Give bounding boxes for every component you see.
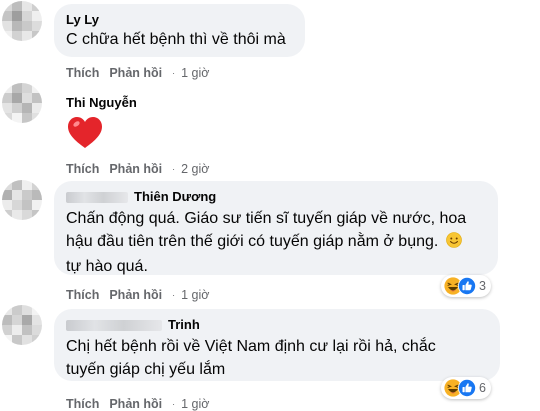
avatar[interactable] (2, 1, 42, 41)
comment-actions: Thích Phản hồi · 2 giờ (66, 162, 209, 176)
reply-button[interactable]: Phản hồi (109, 66, 162, 80)
timestamp[interactable]: 1 giờ (181, 288, 209, 302)
commenter-name[interactable]: Ly Ly (66, 12, 305, 27)
comment-bubble: Trinh Chị hết bệnh rồi về Việt Nam định … (54, 309, 500, 381)
separator: · (172, 290, 176, 300)
separator: · (172, 399, 176, 409)
comment-text: C chữa hết bệnh thì về thôi mà (66, 31, 286, 48)
comment-text-fragment: hậu đầu tiên trên thế giới có tuyến giáp… (66, 233, 439, 250)
reaction-count: 3 (479, 279, 486, 293)
commenter-name-row: Trinh (66, 317, 500, 332)
like-button[interactable]: Thích (66, 162, 99, 176)
avatar[interactable] (2, 83, 42, 123)
avatar[interactable] (2, 305, 42, 345)
reply-button[interactable]: Phản hồi (109, 162, 162, 176)
like-reaction-icon (457, 276, 477, 296)
like-button[interactable]: Thích (66, 66, 99, 80)
blurred-name (66, 192, 128, 204)
commenter-name[interactable]: Thi Nguyễn (66, 95, 137, 110)
comment-text-line: tuyến giáp chị yếu lắm (66, 361, 226, 378)
like-reaction-icon (457, 378, 477, 398)
commenter-name-row: Thiên Dương (66, 189, 498, 204)
separator: · (172, 164, 176, 174)
comment-text-line: hậu đầu tiên trên thế giới có tuyến giáp… (66, 230, 498, 255)
comment-actions: Thích Phản hồi · 1 giờ (66, 66, 209, 80)
blurred-name (66, 320, 162, 332)
reaction-count: 6 (479, 381, 486, 395)
heart-emoji-icon (66, 115, 104, 151)
commenter-name[interactable]: Thiên Dương (134, 189, 216, 204)
comment-text-line: Chấn động quá. Giáo sư tiến sĩ tuyến giá… (66, 210, 467, 227)
reaction-summary[interactable]: 3 (441, 275, 491, 297)
smile-emoji-icon (445, 232, 462, 255)
comment-bubble: Thiên Dương Chấn động quá. Giáo sư tiến … (54, 181, 498, 275)
comment-bubble: Ly Ly C chữa hết bệnh thì về thôi mà (54, 4, 305, 57)
like-button[interactable]: Thích (66, 397, 99, 411)
timestamp[interactable]: 1 giờ (181, 66, 209, 80)
separator: · (172, 68, 176, 78)
reply-button[interactable]: Phản hồi (109, 288, 162, 302)
like-button[interactable]: Thích (66, 288, 99, 302)
comment-actions: Thích Phản hồi · 1 giờ (66, 397, 209, 411)
commenter-name[interactable]: Trinh (168, 317, 200, 332)
reply-button[interactable]: Phản hồi (109, 397, 162, 411)
avatar[interactable] (2, 180, 42, 220)
reaction-summary[interactable]: 6 (441, 377, 491, 399)
comment-actions: Thích Phản hồi · 1 giờ (66, 288, 209, 302)
comment-text-line: tự hào quá. (66, 258, 148, 275)
comment-text-line: Chị hết bệnh rồi về Việt Nam định cư lại… (66, 338, 436, 355)
timestamp[interactable]: 2 giờ (181, 162, 209, 176)
timestamp[interactable]: 1 giờ (181, 397, 209, 411)
